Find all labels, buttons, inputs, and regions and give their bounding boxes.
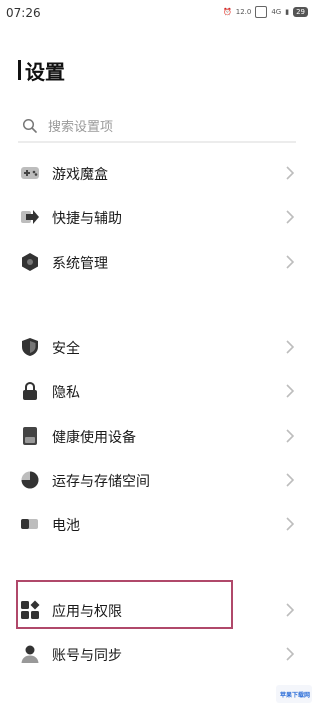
- settings-item-label: 系统管理: [52, 256, 108, 272]
- chevron-right-icon: [286, 517, 294, 531]
- settings-item-privacy[interactable]: 隐私: [0, 371, 316, 411]
- page-header: 设置: [18, 58, 65, 84]
- account-icon: [21, 645, 39, 663]
- settings-item-battery[interactable]: 电池: [0, 504, 316, 544]
- shortcut-arrow-icon: [21, 210, 39, 224]
- settings-item-shortcut-assist[interactable]: 快捷与辅助: [0, 197, 316, 237]
- network-speed: 12.0: [235, 8, 252, 16]
- lock-icon: [23, 381, 37, 400]
- gamepad-icon: [21, 167, 39, 179]
- highlight-box: [16, 580, 233, 629]
- settings-item-label: 健康使用设备: [52, 430, 136, 446]
- chevron-right-icon: [286, 429, 294, 443]
- watermark: 苹果下载网: [276, 685, 312, 703]
- status-icons: ⏰ 12.0 4G ▮ 29: [223, 6, 308, 18]
- hourglass-icon: [23, 427, 37, 445]
- chevron-right-icon: [286, 384, 294, 398]
- signal-icon: ▮: [285, 8, 290, 16]
- page-title: 设置: [25, 59, 65, 84]
- settings-item-label: 游戏魔盒: [52, 167, 108, 183]
- settings-item-memory-storage[interactable]: 运存与存储空间: [0, 460, 316, 500]
- shield-icon: [22, 338, 38, 356]
- settings-item-healthy-use[interactable]: 健康使用设备: [0, 416, 316, 456]
- settings-item-game-box[interactable]: 游戏魔盒: [0, 153, 316, 193]
- search-bar[interactable]: [18, 111, 296, 143]
- settings-item-label: 隐私: [52, 385, 80, 401]
- alarm-icon: ⏰: [223, 8, 232, 16]
- search-icon: [22, 118, 37, 133]
- settings-item-system-management[interactable]: 系统管理: [0, 242, 316, 282]
- settings-item-label: 快捷与辅助: [52, 211, 122, 227]
- battery-indicator: 29: [293, 7, 308, 17]
- chevron-right-icon: [286, 210, 294, 224]
- settings-item-label: 电池: [52, 518, 80, 534]
- title-accent-bar: [18, 60, 21, 80]
- chevron-right-icon: [286, 255, 294, 269]
- settings-item-account-sync[interactable]: 账号与同步: [0, 634, 316, 674]
- chevron-right-icon: [286, 647, 294, 661]
- search-input[interactable]: [46, 115, 290, 139]
- sim-icon: [255, 6, 268, 18]
- pie-chart-icon: [21, 471, 39, 489]
- battery-icon: [21, 519, 38, 529]
- settings-item-label: 账号与同步: [52, 648, 122, 664]
- chevron-right-icon: [286, 603, 294, 617]
- hexagon-icon: [22, 253, 38, 271]
- settings-item-label: 运存与存储空间: [52, 474, 150, 490]
- network-type: 4G: [271, 8, 282, 16]
- chevron-right-icon: [286, 340, 294, 354]
- settings-item-label: 安全: [52, 341, 80, 357]
- chevron-right-icon: [286, 473, 294, 487]
- watermark-text: 苹果下载网: [280, 691, 311, 699]
- settings-item-security[interactable]: 安全: [0, 327, 316, 367]
- status-time: 07:26: [6, 6, 41, 20]
- chevron-right-icon: [286, 166, 294, 180]
- status-bar: 07:26 ⏰ 12.0 4G ▮ 29: [0, 0, 316, 28]
